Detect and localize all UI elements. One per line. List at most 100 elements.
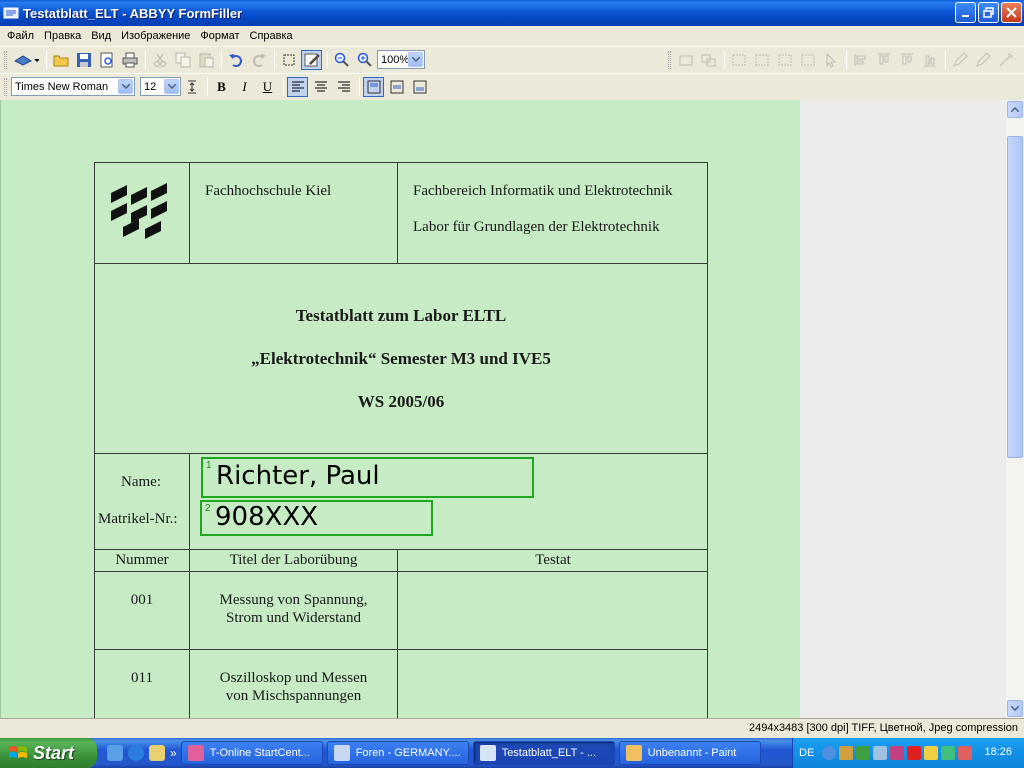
start-button[interactable]: Start <box>0 738 97 768</box>
formfiller-icon <box>479 745 496 761</box>
align-icon <box>854 53 865 66</box>
menu-image[interactable]: Изображение <box>116 27 195 45</box>
bold-button[interactable]: B <box>211 77 232 97</box>
zoom-out-button[interactable] <box>331 50 352 70</box>
valign-top-button[interactable] <box>363 76 384 97</box>
tool-button-13[interactable] <box>972 50 993 70</box>
tray-icon-5[interactable] <box>907 746 922 760</box>
menu-help[interactable]: Справка <box>245 27 298 45</box>
menu-file[interactable]: Файл <box>2 27 39 45</box>
zoom-in-button[interactable] <box>354 50 375 70</box>
quick-launch-overflow[interactable]: » <box>170 746 177 760</box>
task-tonline[interactable]: T-Online StartCent... <box>180 741 323 765</box>
print-icon <box>122 52 137 67</box>
redo-button[interactable] <box>248 50 269 70</box>
clock[interactable]: 18:26 <box>984 746 1012 758</box>
zoom-dropdown-arrow[interactable] <box>408 52 423 67</box>
copy-button[interactable] <box>172 50 193 70</box>
scan-button[interactable] <box>11 50 41 70</box>
select-area-button[interactable] <box>278 50 299 70</box>
tray-icon-1[interactable] <box>839 746 854 760</box>
menu-format[interactable]: Формат <box>195 27 244 45</box>
matrikel-label: Matrikel-Nr.: <box>98 511 178 527</box>
toolbar-grip[interactable] <box>4 50 7 69</box>
menu-edit[interactable]: Правка <box>39 27 86 45</box>
task-paint[interactable]: Unbenannt - Paint <box>618 741 761 765</box>
scan-icon <box>13 54 39 66</box>
open-button[interactable] <box>50 50 71 70</box>
save-button[interactable] <box>73 50 94 70</box>
edit-mode-button[interactable] <box>301 49 322 70</box>
language-indicator[interactable]: DE <box>799 747 814 759</box>
row-title-line2: Strom und Widerstand <box>226 610 361 626</box>
size-dropdown-arrow[interactable] <box>164 79 179 94</box>
align-right-button[interactable] <box>333 77 354 97</box>
valign-bottom-button[interactable] <box>409 77 430 97</box>
minimize-button[interactable] <box>955 2 976 23</box>
matrikel-field[interactable]: 2 908XXX <box>200 500 433 536</box>
tool-button-7[interactable] <box>820 50 841 70</box>
tool-button-14[interactable] <box>995 50 1016 70</box>
close-button[interactable] <box>1001 2 1022 23</box>
tray-icon-8[interactable] <box>958 746 973 760</box>
tool-button-2[interactable] <box>698 50 719 70</box>
zoom-select[interactable]: 100% <box>377 50 425 69</box>
tool-button-3[interactable] <box>728 50 749 70</box>
scroll-up-button[interactable] <box>1007 101 1023 118</box>
desktop-icon[interactable] <box>107 745 123 761</box>
department-name: Fachbereich Informatik und Elektrotechni… <box>413 183 673 199</box>
line-spacing-button[interactable] <box>181 77 202 97</box>
document-page[interactable]: Fachhochschule Kiel Fachbereich Informat… <box>0 100 800 718</box>
font-size-select[interactable]: 12 <box>140 77 181 96</box>
italic-button[interactable]: I <box>234 77 255 97</box>
font-select[interactable]: Times New Roman <box>11 77 135 96</box>
row-number: 011 <box>131 670 153 686</box>
cut-button[interactable] <box>149 50 170 70</box>
ie-icon[interactable] <box>128 745 144 761</box>
valign-middle-button[interactable] <box>386 77 407 97</box>
scroll-down-button[interactable] <box>1007 700 1023 717</box>
document-workspace[interactable]: Fachhochschule Kiel Fachbereich Informat… <box>0 100 1006 718</box>
tool-button-12[interactable] <box>949 50 970 70</box>
underline-button[interactable]: U <box>257 77 278 97</box>
font-dropdown-arrow[interactable] <box>118 79 133 94</box>
paste-button[interactable] <box>195 50 216 70</box>
row-number: 001 <box>130 592 154 608</box>
tool-button-8[interactable] <box>850 50 871 70</box>
tool-button-9[interactable] <box>873 50 894 70</box>
media-icon[interactable] <box>149 745 165 761</box>
edit-icon <box>304 53 320 66</box>
name-field[interactable]: 1 Richter, Paul <box>201 457 534 498</box>
status-bar: 2494x3483 [300 dpi] TIFF, Цветной, Jpeg … <box>0 718 1024 738</box>
tool-button-5[interactable] <box>774 50 795 70</box>
underline-label: U <box>262 78 273 94</box>
restore-button[interactable] <box>978 2 999 23</box>
form-subtitle: „Elektrotechnik“ Semester M3 und IVE5 <box>251 349 551 368</box>
matrikel-value[interactable]: 908XXX <box>215 502 318 532</box>
tool-button-10[interactable] <box>896 50 917 70</box>
tool-button-6[interactable] <box>797 50 818 70</box>
vertical-scrollbar[interactable] <box>1006 100 1024 718</box>
tray-expand-icon[interactable] <box>822 746 837 760</box>
menu-view[interactable]: Вид <box>86 27 116 45</box>
tool-button-1[interactable] <box>675 50 696 70</box>
name-value[interactable]: Richter, Paul <box>216 461 380 491</box>
scroll-thumb[interactable] <box>1007 136 1023 458</box>
toolbar-grip-2[interactable] <box>668 50 671 69</box>
preview-button[interactable] <box>96 50 117 70</box>
undo-button[interactable] <box>225 50 246 70</box>
tray-icon-6[interactable] <box>924 746 939 760</box>
tray-icon-2[interactable] <box>856 746 871 760</box>
align-left-button[interactable] <box>287 76 308 97</box>
tool-button-4[interactable] <box>751 50 772 70</box>
task-formfiller[interactable]: Testatblatt_ELT - ... <box>472 741 615 765</box>
align-center-button[interactable] <box>310 77 331 97</box>
tray-icon-7[interactable] <box>941 746 956 760</box>
tool-button-11[interactable] <box>919 50 940 70</box>
tray-icon-3[interactable] <box>873 746 888 760</box>
format-toolbar-grip[interactable] <box>4 77 7 96</box>
task-forum[interactable]: Foren - GERMANY.... <box>326 741 469 765</box>
copy-icon <box>175 52 190 67</box>
print-button[interactable] <box>119 50 140 70</box>
tray-icon-4[interactable] <box>890 746 905 760</box>
